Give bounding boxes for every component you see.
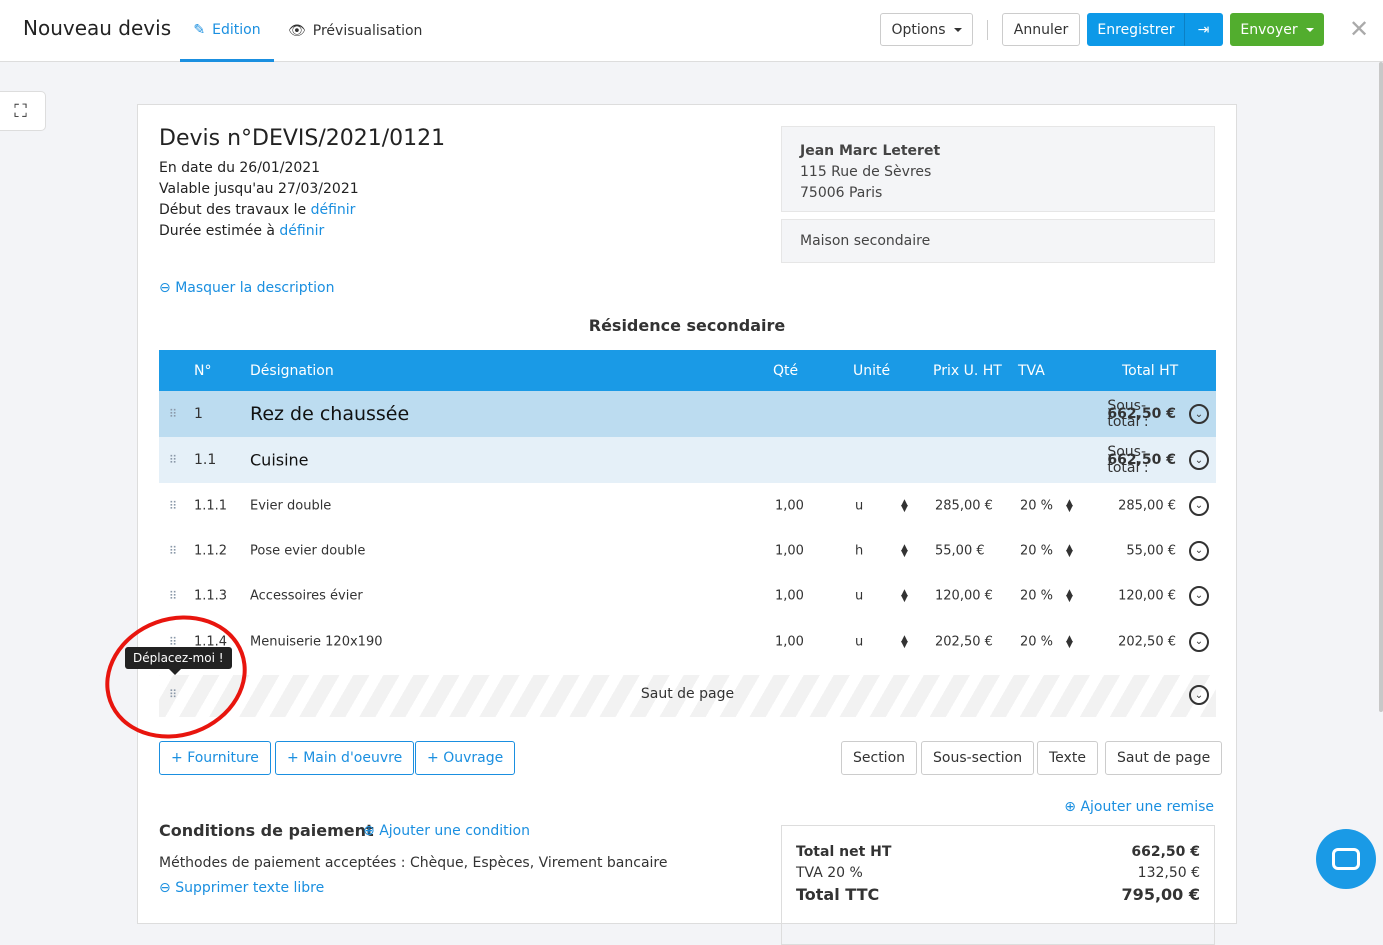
chat-button[interactable] <box>1316 829 1376 889</box>
add-subsection-button[interactable]: Sous-section <box>921 741 1035 775</box>
table-row[interactable]: ⠿ 1.1.4 Menuiserie 120x190 1,00 u ▲ ▼ 202… <box>159 619 1216 664</box>
save-button[interactable]: Enregistrer <box>1087 13 1185 46</box>
tva-cell[interactable]: 20 % <box>1020 634 1053 649</box>
tab-edition[interactable]: ✎ Edition <box>180 0 274 62</box>
unit-cell[interactable]: u <box>855 588 863 603</box>
drag-handle-icon[interactable]: ⠿ <box>169 499 177 512</box>
site-box[interactable]: Maison secondaire <box>781 219 1215 263</box>
table-row[interactable]: ⠿ 1.1.1 Evier double 1,00 u ▲ ▼ 285,00 € … <box>159 483 1216 528</box>
page-break-row[interactable]: ⠿ Saut de page ⌄ <box>159 675 1216 717</box>
minus-circle-icon: ⊖ <box>159 280 171 296</box>
chevron-down-icon[interactable]: ⌄ <box>1189 631 1209 652</box>
tva-sort-icon[interactable]: ▲ ▼ <box>1066 543 1073 558</box>
eye-icon: 👁 <box>288 23 306 39</box>
chevron-down-icon[interactable]: ⌄ <box>1189 585 1209 606</box>
add-section-button[interactable]: Section <box>841 741 918 775</box>
tva-cell[interactable]: 20 % <box>1020 588 1053 603</box>
drag-handle-icon[interactable]: ⠿ <box>169 544 177 557</box>
close-icon[interactable]: ✕ <box>1349 15 1369 43</box>
send-button[interactable]: Envoyer <box>1230 13 1324 46</box>
scrollbar[interactable] <box>1379 62 1383 712</box>
plus-circle-icon: ⊕ <box>1064 799 1077 815</box>
quote-meta: En date du 26/01/2021 Valable jusqu'au 2… <box>159 160 359 239</box>
chat-icon <box>1332 848 1360 870</box>
chevron-down-icon[interactable]: ⌄ <box>1189 404 1209 424</box>
chevron-down-icon[interactable]: ⌄ <box>1189 450 1209 470</box>
caret-down-icon <box>953 27 962 32</box>
drag-handle-icon[interactable]: ⠿ <box>169 589 177 602</box>
table-row[interactable]: ⠿ 1.1.2 Pose evier double 1,00 h ▲ ▼ 55,0… <box>159 528 1216 573</box>
chevron-down-icon[interactable]: ⌄ <box>1189 495 1209 516</box>
totals-box: Total net HT 662,50 € TVA 20 % 132,50 € To… <box>781 825 1215 945</box>
unit-sort-icon[interactable]: ▲ ▼ <box>901 543 908 558</box>
chevron-down-icon[interactable]: ⌄ <box>1189 685 1209 705</box>
minus-circle-icon: ⊖ <box>159 880 171 896</box>
client-box[interactable]: Jean Marc Leteret 115 Rue de Sèvres 7500… <box>781 126 1215 212</box>
quote-card: Devis n°DEVIS/2021/0121 En date du 26/01… <box>137 104 1237 945</box>
divider <box>987 20 988 40</box>
add-main-oeuvre-button[interactable]: + Main d'oeuvre <box>275 741 415 775</box>
tva-sort-icon[interactable]: ▲ ▼ <box>1066 498 1073 513</box>
add-page-break-button[interactable]: Saut de page <box>1105 741 1223 775</box>
qty-cell[interactable]: 1,00 <box>775 634 804 649</box>
hide-description-link[interactable]: ⊖ Masquer la description <box>159 280 334 296</box>
page-title: Nouveau devis <box>23 16 172 40</box>
add-text-button[interactable]: Texte <box>1037 741 1098 775</box>
qty-cell[interactable]: 1,00 <box>775 543 804 558</box>
qty-cell[interactable]: 1,00 <box>775 498 804 513</box>
tva-cell[interactable]: 20 % <box>1020 543 1053 558</box>
price-cell[interactable]: 285,00 € <box>935 498 993 513</box>
add-condition-link[interactable]: ⊕ Ajouter une condition <box>363 823 530 839</box>
price-cell[interactable]: 55,00 € <box>935 543 985 558</box>
unit-sort-icon[interactable]: ▲ ▼ <box>901 498 908 513</box>
unit-sort-icon[interactable]: ▲ ▼ <box>901 588 908 603</box>
table-header: N° Désignation Qté Unité Prix U. HT TVA … <box>159 350 1216 391</box>
designation-cell[interactable]: Menuiserie 120x190 <box>250 634 382 649</box>
table-row[interactable]: ⠿ 1.1.3 Accessoires évier 1,00 u ▲ ▼ 120,… <box>159 573 1216 618</box>
cancel-button[interactable]: Annuler <box>1002 13 1080 46</box>
designation-cell[interactable]: Evier double <box>250 498 331 513</box>
options-button[interactable]: Options <box>880 13 973 46</box>
tva-cell[interactable]: 20 % <box>1020 498 1053 513</box>
designation-cell[interactable]: Accessoires évier <box>250 588 363 603</box>
duration-link[interactable]: définir <box>279 223 324 239</box>
drag-handle-icon[interactable]: ⠿ <box>169 408 177 421</box>
unit-cell[interactable]: h <box>855 543 863 558</box>
tva-sort-icon[interactable]: ▲ ▼ <box>1066 634 1073 649</box>
subsection-row[interactable]: ⠿ 1.1 Cuisine Sous-total : 662,50 € ⌄ <box>159 437 1216 483</box>
unit-sort-icon[interactable]: ▲ ▼ <box>901 634 908 649</box>
add-discount-link[interactable]: ⊕ Ajouter une remise <box>1064 799 1214 815</box>
chevron-down-icon[interactable]: ⌄ <box>1189 540 1209 561</box>
tab-preview[interactable]: 👁 Prévisualisation <box>288 0 422 62</box>
payment-title: Conditions de paiement <box>159 821 374 840</box>
start-date-link[interactable]: définir <box>311 202 356 218</box>
add-fourniture-button[interactable]: + Fourniture <box>159 741 271 775</box>
drag-handle-icon[interactable]: ⠿ <box>169 454 177 467</box>
box-icon: ⛶ <box>14 100 27 122</box>
catalog-button[interactable]: ⛶ <box>0 91 46 131</box>
save-and-exit-icon[interactable]: ⇥ <box>1184 13 1223 46</box>
qty-cell[interactable]: 1,00 <box>775 588 804 603</box>
quote-title: Devis n°DEVIS/2021/0121 <box>159 126 446 151</box>
remove-free-text-link[interactable]: ⊖ Supprimer texte libre <box>159 880 324 896</box>
plus-circle-icon: ⊕ <box>363 823 375 839</box>
designation-cell[interactable]: Pose evier double <box>250 543 365 558</box>
section-title: Résidence secondaire <box>588 316 786 335</box>
section-row[interactable]: ⠿ 1 Rez de chaussée Sous-total : 662,50 … <box>159 391 1216 437</box>
price-cell[interactable]: 120,00 € <box>935 588 993 603</box>
tva-sort-icon[interactable]: ▲ ▼ <box>1066 588 1073 603</box>
add-ouvrage-button[interactable]: + Ouvrage <box>415 741 516 775</box>
caret-down-icon <box>1305 27 1314 32</box>
top-bar: Nouveau devis ✎ Edition 👁 Prévisualisation… <box>0 0 1383 62</box>
unit-cell[interactable]: u <box>855 634 863 649</box>
unit-cell[interactable]: u <box>855 498 863 513</box>
pencil-icon: ✎ <box>193 21 206 38</box>
payment-methods: Méthodes de paiement acceptées : Chèque,… <box>159 855 668 871</box>
price-cell[interactable]: 202,50 € <box>935 634 993 649</box>
